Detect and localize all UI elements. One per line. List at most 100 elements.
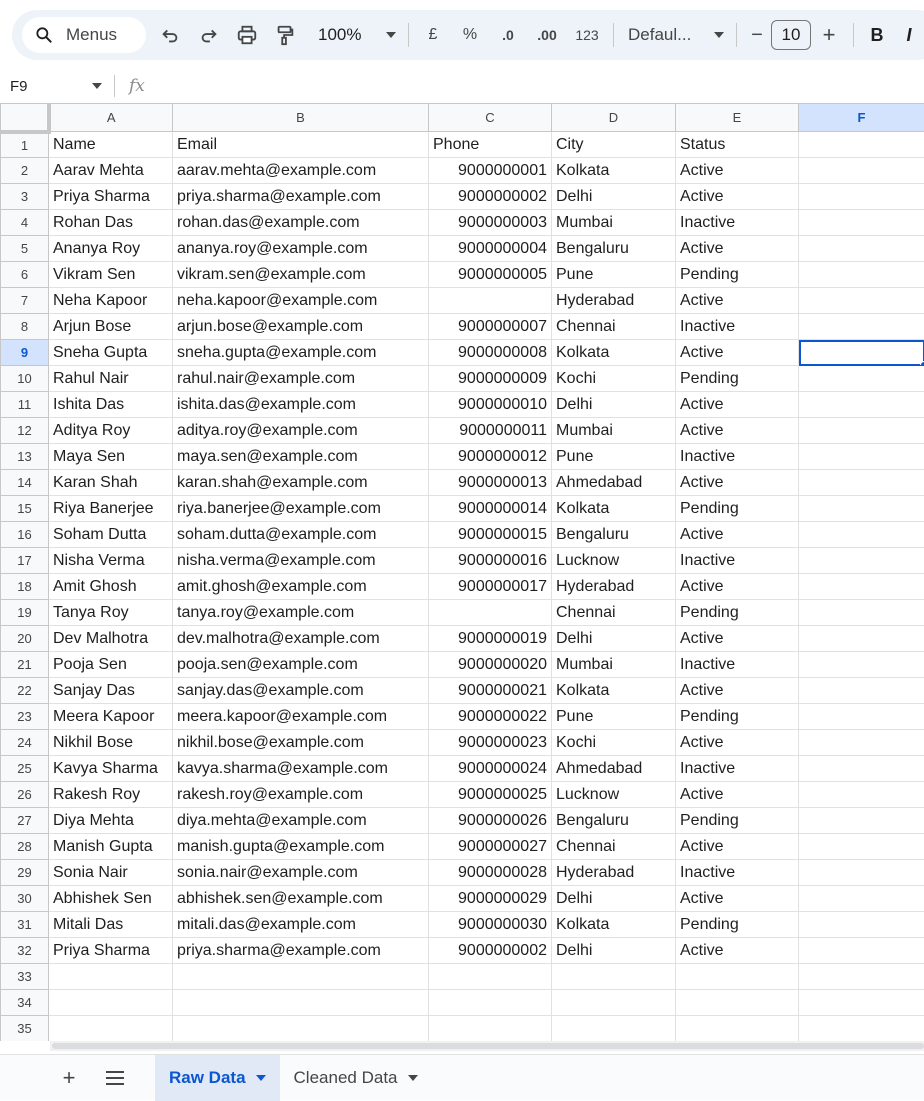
cell-d12[interactable]: Mumbai — [552, 418, 676, 444]
cell-c35[interactable] — [429, 1016, 552, 1042]
cell-a20[interactable]: Dev Malhotra — [49, 626, 173, 652]
cell-f22[interactable] — [799, 678, 924, 704]
cell-c4[interactable]: 9000000003 — [429, 210, 552, 236]
row-header[interactable]: 13 — [1, 444, 49, 470]
cell-c27[interactable]: 9000000026 — [429, 808, 552, 834]
cell-a27[interactable]: Diya Mehta — [49, 808, 173, 834]
cell-f3[interactable] — [799, 184, 924, 210]
cell-c25[interactable]: 9000000024 — [429, 756, 552, 782]
cell-d24[interactable]: Kochi — [552, 730, 676, 756]
cell-d11[interactable]: Delhi — [552, 392, 676, 418]
cell-b21[interactable]: pooja.sen@example.com — [173, 652, 429, 678]
cell-b22[interactable]: sanjay.das@example.com — [173, 678, 429, 704]
cell-d9[interactable]: Kolkata — [552, 340, 676, 366]
cell-e26[interactable]: Active — [676, 782, 799, 808]
cell-e33[interactable] — [676, 964, 799, 990]
name-box[interactable]: F9 — [0, 71, 114, 101]
cell-c2[interactable]: 9000000001 — [429, 158, 552, 184]
cell-d29[interactable]: Hyderabad — [552, 860, 676, 886]
cell-f27[interactable] — [799, 808, 924, 834]
cell-f10[interactable] — [799, 366, 924, 392]
column-header-e[interactable]: E — [676, 104, 799, 132]
cell-c13[interactable]: 9000000012 — [429, 444, 552, 470]
fill-handle[interactable] — [920, 361, 924, 366]
cell-c24[interactable]: 9000000023 — [429, 730, 552, 756]
cell-f7[interactable] — [799, 288, 924, 314]
cell-b24[interactable]: nikhil.bose@example.com — [173, 730, 429, 756]
scrollbar-thumb[interactable] — [52, 1043, 924, 1049]
row-header[interactable]: 29 — [1, 860, 49, 886]
cell-c32[interactable]: 9000000002 — [429, 938, 552, 964]
cell-c26[interactable]: 9000000025 — [429, 782, 552, 808]
cell-d21[interactable]: Mumbai — [552, 652, 676, 678]
cell-d4[interactable]: Mumbai — [552, 210, 676, 236]
cell-f30[interactable] — [799, 886, 924, 912]
cell-e20[interactable]: Active — [676, 626, 799, 652]
cell-d13[interactable]: Pune — [552, 444, 676, 470]
cell-b17[interactable]: nisha.verma@example.com — [173, 548, 429, 574]
cell-f32[interactable] — [799, 938, 924, 964]
cell-c11[interactable]: 9000000010 — [429, 392, 552, 418]
cell-f18[interactable] — [799, 574, 924, 600]
cell-f8[interactable] — [799, 314, 924, 340]
cell-e30[interactable]: Active — [676, 886, 799, 912]
increase-decimal-button[interactable]: .00 — [527, 17, 567, 53]
cell-e9[interactable]: Active — [676, 340, 799, 366]
cell-b12[interactable]: aditya.roy@example.com — [173, 418, 429, 444]
cell-f16[interactable] — [799, 522, 924, 548]
cell-b8[interactable]: arjun.bose@example.com — [173, 314, 429, 340]
row-header[interactable]: 28 — [1, 834, 49, 860]
cell-a10[interactable]: Rahul Nair — [49, 366, 173, 392]
cell-e1[interactable]: Status — [676, 132, 799, 158]
font-size-increase-button[interactable]: + — [811, 17, 847, 53]
row-header[interactable]: 24 — [1, 730, 49, 756]
cell-b33[interactable] — [173, 964, 429, 990]
cell-e16[interactable]: Active — [676, 522, 799, 548]
cell-a11[interactable]: Ishita Das — [49, 392, 173, 418]
cell-f4[interactable] — [799, 210, 924, 236]
cell-e27[interactable]: Pending — [676, 808, 799, 834]
cell-c6[interactable]: 9000000005 — [429, 262, 552, 288]
cell-e32[interactable]: Active — [676, 938, 799, 964]
percent-format-button[interactable]: % — [451, 17, 489, 53]
cell-f9[interactable] — [799, 340, 924, 366]
cell-c5[interactable]: 9000000004 — [429, 236, 552, 262]
cell-b29[interactable]: sonia.nair@example.com — [173, 860, 429, 886]
chevron-down-icon[interactable] — [408, 1075, 418, 1081]
cell-d5[interactable]: Bengaluru — [552, 236, 676, 262]
cell-e11[interactable]: Active — [676, 392, 799, 418]
cell-c33[interactable] — [429, 964, 552, 990]
column-header-f[interactable]: F — [799, 104, 924, 132]
cell-b6[interactable]: vikram.sen@example.com — [173, 262, 429, 288]
cell-c21[interactable]: 9000000020 — [429, 652, 552, 678]
cell-e14[interactable]: Active — [676, 470, 799, 496]
cell-a6[interactable]: Vikram Sen — [49, 262, 173, 288]
cell-b27[interactable]: diya.mehta@example.com — [173, 808, 429, 834]
cell-f11[interactable] — [799, 392, 924, 418]
row-header[interactable]: 2 — [1, 158, 49, 184]
formula-input[interactable] — [155, 71, 924, 101]
row-header[interactable]: 14 — [1, 470, 49, 496]
row-header[interactable]: 17 — [1, 548, 49, 574]
cell-d19[interactable]: Chennai — [552, 600, 676, 626]
cell-b3[interactable]: priya.sharma@example.com — [173, 184, 429, 210]
cell-c22[interactable]: 9000000021 — [429, 678, 552, 704]
menus-search-button[interactable]: Menus — [22, 17, 146, 53]
cell-a26[interactable]: Rakesh Roy — [49, 782, 173, 808]
row-header[interactable]: 20 — [1, 626, 49, 652]
cell-b35[interactable] — [173, 1016, 429, 1042]
cell-e23[interactable]: Pending — [676, 704, 799, 730]
row-header[interactable]: 7 — [1, 288, 49, 314]
cell-e18[interactable]: Active — [676, 574, 799, 600]
row-header[interactable]: 27 — [1, 808, 49, 834]
row-header[interactable]: 32 — [1, 938, 49, 964]
cell-a24[interactable]: Nikhil Bose — [49, 730, 173, 756]
cell-c12[interactable]: 9000000011 — [429, 418, 552, 444]
row-header[interactable]: 23 — [1, 704, 49, 730]
cell-d26[interactable]: Lucknow — [552, 782, 676, 808]
cell-a21[interactable]: Pooja Sen — [49, 652, 173, 678]
cell-f5[interactable] — [799, 236, 924, 262]
cell-f2[interactable] — [799, 158, 924, 184]
cell-f6[interactable] — [799, 262, 924, 288]
cell-f21[interactable] — [799, 652, 924, 678]
